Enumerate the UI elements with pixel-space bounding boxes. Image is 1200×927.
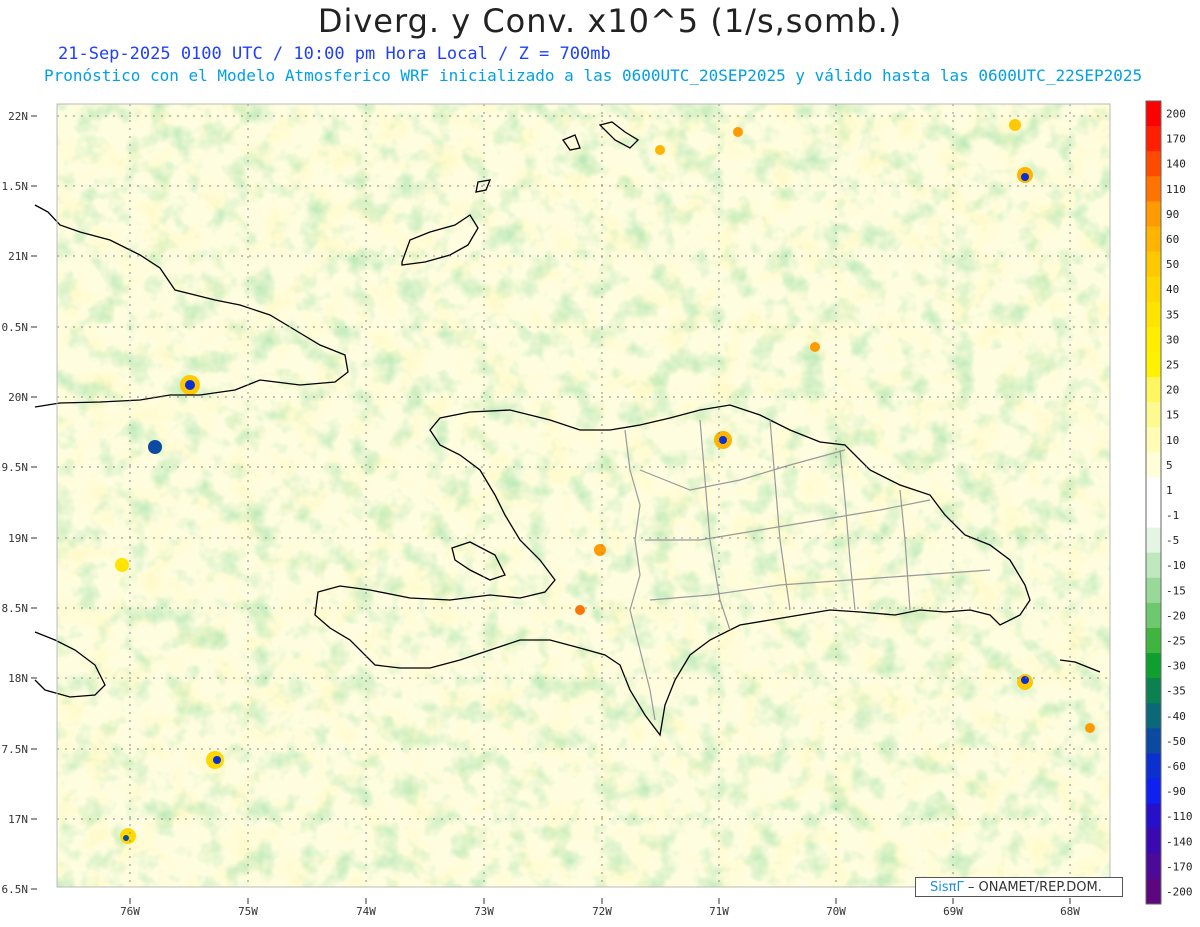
colorbar-label: 200: [1166, 108, 1186, 121]
colorbar-swatch: [1146, 276, 1161, 303]
lon-label: 73W: [474, 905, 494, 918]
colorbar-swatch: [1146, 653, 1161, 679]
colorbar-swatch: [1146, 753, 1161, 780]
colorbar-swatch: [1146, 402, 1161, 428]
colorbar-swatch: [1146, 126, 1161, 152]
colorbar-swatch: [1146, 878, 1161, 905]
colorbar-swatch: [1146, 527, 1161, 554]
colorbar-label: -140: [1166, 835, 1193, 848]
lat-label: 19N: [8, 532, 28, 545]
lat-label: 20N: [8, 391, 28, 404]
colorbar-label: -50: [1166, 735, 1186, 748]
lon-label: 75W: [238, 905, 258, 918]
lon-label: 74W: [356, 905, 376, 918]
colorbar-swatch: [1146, 326, 1161, 353]
lon-label: 70W: [826, 905, 846, 918]
colorbar-swatch: [1146, 703, 1161, 729]
colorbar-label: 10: [1166, 434, 1179, 447]
divergence-map: 22N 1.5N 21N 0.5N 20N 9.5N 19N 8.5N 18N …: [2, 100, 1193, 918]
colorbar-label: -25: [1166, 635, 1186, 648]
colorbar-swatch: [1146, 678, 1161, 704]
colorbar: 200 170 140 110 90 60 50 40 35 30 25 20 15 10 5 1 -1 -5 -1…: [1145, 100, 1193, 905]
colorbar-swatch: [1146, 201, 1161, 227]
sispi-logo: SisπΓ: [930, 880, 964, 895]
colorbar-swatch: [1146, 301, 1161, 328]
colorbar-label: 5: [1166, 459, 1173, 472]
colorbar-label: 110: [1166, 183, 1186, 196]
lat-label: 18N: [8, 672, 28, 685]
colorbar-label: 20: [1166, 384, 1179, 397]
lon-label: 69W: [943, 905, 963, 918]
lat-label: 22N: [8, 110, 28, 123]
colorbar-label: 90: [1166, 208, 1179, 221]
colorbar-label: -35: [1166, 685, 1186, 698]
colorbar-swatch: [1146, 251, 1161, 278]
colorbar-label: 30: [1166, 333, 1179, 346]
colorbar-label: 1: [1166, 484, 1173, 497]
lon-label: 76W: [120, 905, 140, 918]
lat-label: 6.5N: [2, 883, 29, 896]
colorbar-swatch: [1146, 477, 1161, 503]
colorbar-label: 35: [1166, 308, 1179, 321]
colorbar-swatch: [1146, 502, 1161, 529]
colorbar-swatch: [1146, 828, 1161, 855]
lat-label: 17N: [8, 813, 28, 826]
lat-label: 7.5N: [2, 743, 29, 756]
colorbar-label: -20: [1166, 609, 1186, 622]
colorbar-label: 60: [1166, 233, 1179, 246]
colorbar-swatch: [1146, 377, 1161, 403]
lat-label: 21N: [8, 250, 28, 263]
lat-label: 0.5N: [2, 321, 29, 334]
colorbar-swatch: [1146, 728, 1161, 754]
colorbar-label: -170: [1166, 860, 1193, 873]
colorbar-label: 170: [1166, 133, 1186, 146]
colorbar-swatch: [1146, 226, 1161, 253]
colorbar-label: 40: [1166, 283, 1179, 296]
colorbar-swatch: [1146, 803, 1161, 830]
credit-text: – ONAMET/REP.DOM.: [967, 880, 1102, 895]
colorbar-swatch: [1146, 853, 1161, 880]
colorbar-label: 25: [1166, 358, 1179, 371]
colorbar-swatch: [1146, 552, 1161, 579]
lat-label: 8.5N: [2, 602, 29, 615]
field-shading: [57, 104, 1110, 887]
colorbar-label: -40: [1166, 710, 1186, 723]
colorbar-swatch: [1146, 151, 1161, 177]
lon-label: 71W: [709, 905, 729, 918]
colorbar-label: -5: [1166, 534, 1179, 547]
colorbar-label: 15: [1166, 409, 1179, 422]
colorbar-swatch: [1146, 452, 1161, 478]
colorbar-swatch: [1146, 351, 1161, 378]
lon-label: 72W: [592, 905, 612, 918]
lat-label: 1.5N: [2, 180, 29, 193]
colorbar-swatch: [1146, 602, 1161, 629]
colorbar-label: -60: [1166, 760, 1186, 773]
latitude-labels: 22N 1.5N 21N 0.5N 20N 9.5N 19N 8.5N 18N …: [2, 110, 29, 896]
lon-label: 68W: [1060, 905, 1080, 918]
colorbar-swatch: [1146, 101, 1161, 127]
colorbar-swatch: [1146, 577, 1161, 604]
colorbar-label: -15: [1166, 584, 1186, 597]
colorbar-label: -200: [1166, 885, 1193, 898]
colorbar-label: 140: [1166, 158, 1186, 171]
lat-label: 9.5N: [2, 461, 29, 474]
colorbar-label: -1: [1166, 509, 1179, 522]
colorbar-label: -10: [1166, 559, 1186, 572]
colorbar-swatch: [1146, 176, 1161, 202]
colorbar-swatch: [1146, 627, 1161, 654]
colorbar-label: -90: [1166, 785, 1186, 798]
colorbar-label: -30: [1166, 660, 1186, 673]
colorbar-label: -110: [1166, 810, 1193, 823]
colorbar-swatch: [1146, 778, 1161, 805]
colorbar-label: 50: [1166, 258, 1179, 271]
longitude-labels: 76W 75W 74W 73W 72W 71W 70W 69W 68W: [120, 905, 1080, 918]
credit-box: SisπΓ – ONAMET/REP.DOM.: [915, 877, 1123, 897]
colorbar-swatch: [1146, 427, 1161, 453]
